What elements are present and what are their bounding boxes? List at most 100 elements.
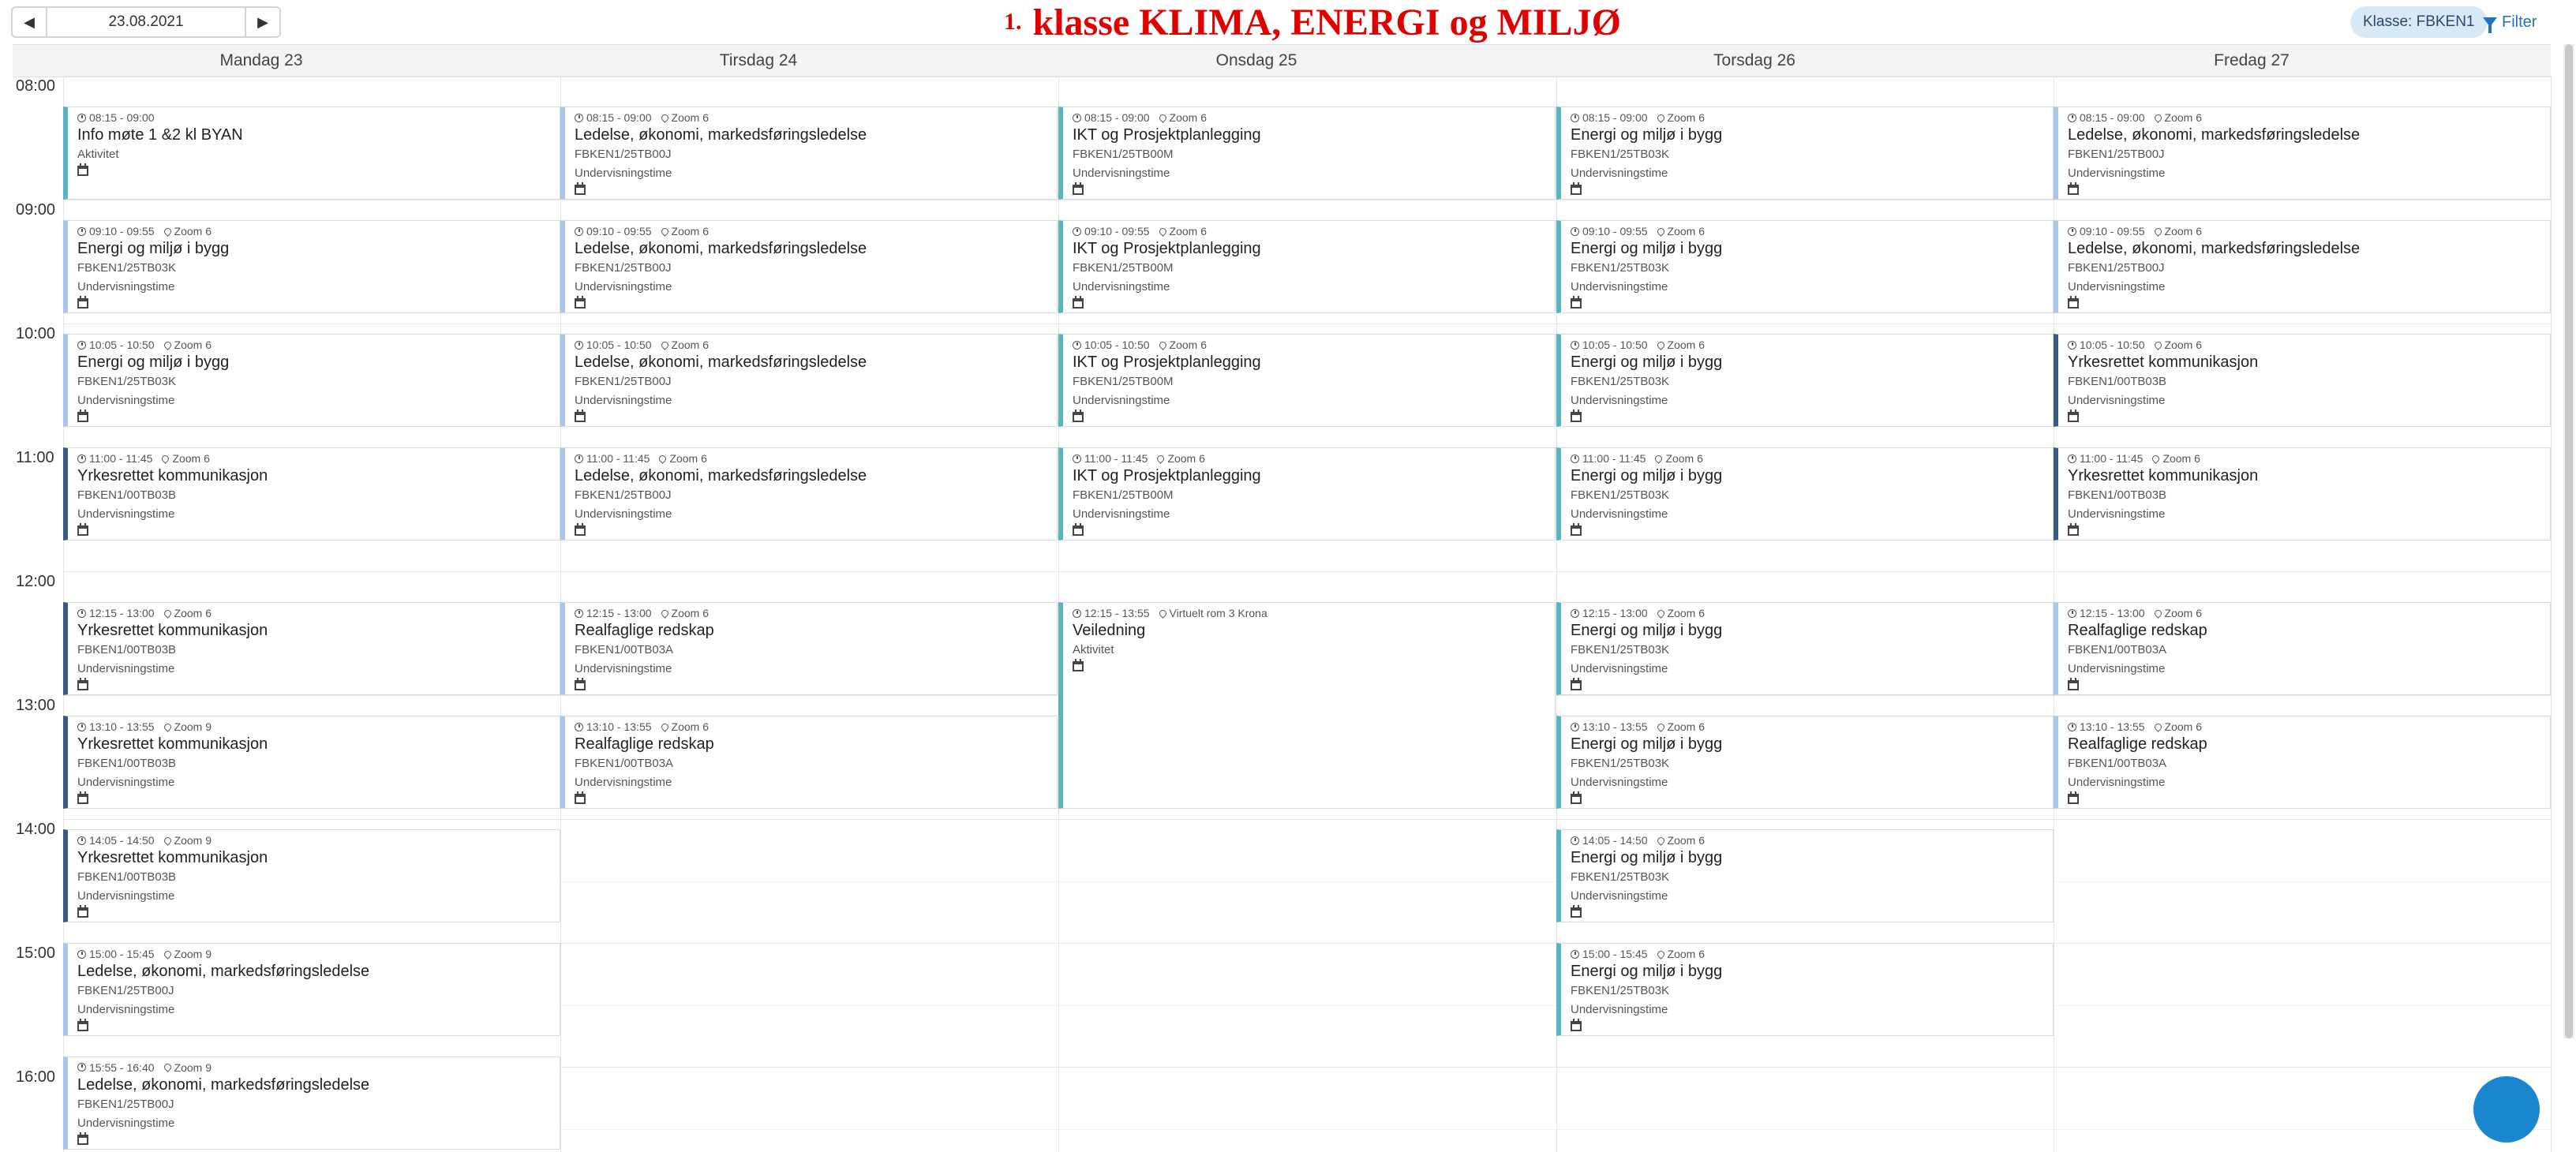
calendar-icon[interactable] [77,163,88,177]
filter-button[interactable]: Filter [2483,6,2537,38]
lesson-event[interactable]: 11:00 - 11:45 Zoom 6 Yrkesrettet kommunika… [2054,447,2551,540]
lesson-event[interactable]: 08:15 - 09:00 Zoom 6 Ledelse, økonomi, mar… [560,107,1058,200]
calendar-icon[interactable] [575,182,586,196]
calendar-icon[interactable] [1571,296,1582,309]
calendar-icon[interactable] [1571,905,1582,918]
lesson-event[interactable]: 15:55 - 16:40 Zoom 9 Ledelse, økonomi, mar… [63,1056,560,1150]
vertical-scrollbar[interactable] [2563,44,2574,1038]
lesson-event[interactable]: 13:10 - 13:55 Zoom 6 Energi og miljø i byg… [1556,716,2054,809]
lesson-event[interactable]: 10:05 - 10:50 Zoom 6 Yrkesrettet kommunika… [2054,334,2551,427]
calendar-icon[interactable] [1571,182,1582,196]
event-room: Zoom 6 [172,452,210,465]
lesson-event[interactable]: 10:05 - 10:50 Zoom 6 Energi og miljø i byg… [1556,334,2054,427]
calendar-icon[interactable] [575,410,586,423]
calendar-icon[interactable] [2068,182,2079,196]
lesson-event[interactable]: 08:15 - 09:00 Info møte 1 &2 kl BYAN Aktiv… [63,107,560,200]
lesson-event[interactable]: 10:05 - 10:50 Zoom 6 IKT og Prosjektplanle… [1058,334,1556,427]
filter-label: Filter [2502,13,2537,31]
clock-icon [77,949,86,959]
calendar-icon[interactable] [1571,523,1582,536]
lesson-event[interactable]: 12:15 - 13:00 Zoom 6 Energi og miljø i byg… [1556,602,2054,695]
calendar-icon[interactable] [575,791,586,805]
calendar-icon[interactable] [1073,659,1084,672]
lesson-event[interactable]: 11:00 - 11:45 Zoom 6 Ledelse, økonomi, mar… [560,447,1058,540]
lesson-event[interactable]: 09:10 - 09:55 Zoom 6 Energi og miljø i byg… [1556,220,2054,313]
lesson-event[interactable]: 12:15 - 13:00 Zoom 6 Realfaglige redskap FB… [560,602,1058,695]
date-input[interactable]: 23.08.2021 [47,8,245,36]
calendar-icon[interactable] [1073,523,1084,536]
scrollbar-thumb[interactable] [2565,44,2573,1038]
calendar-icon[interactable] [575,523,586,536]
previous-week-button[interactable]: ◀ [13,8,47,36]
clock-icon [1571,226,1579,236]
chat-bubble-icon[interactable] [2473,1076,2540,1143]
calendar-icon[interactable] [1571,791,1582,805]
event-meta: 08:15 - 09:00 Zoom 6 [1073,110,1555,125]
lesson-event[interactable]: 13:10 - 13:55 Zoom 9 Yrkesrettet kommunika… [63,716,560,809]
calendar-icon[interactable] [2068,296,2079,309]
event-time: 11:00 - 11:45 [1084,452,1148,465]
lesson-event[interactable]: 11:00 - 11:45 Zoom 6 Yrkesrettet kommunika… [63,447,560,540]
class-filter-chip[interactable]: Klasse: FBKEN1 [2350,6,2488,38]
lesson-event[interactable]: 12:15 - 13:00 Zoom 6 Yrkesrettet kommunika… [63,602,560,695]
lesson-event[interactable]: 12:15 - 13:55 Virtuelt rom 3 Krona Veiledn… [1058,602,1556,809]
event-room: Zoom 6 [671,111,709,125]
hour-label: 14:00 [16,821,56,838]
calendar-icon[interactable] [575,678,586,691]
calendar-icon[interactable] [1571,678,1582,691]
lesson-event[interactable]: 13:10 - 13:55 Zoom 6 Realfaglige redskap FB… [560,716,1058,809]
lesson-event[interactable]: 11:00 - 11:45 Zoom 6 IKT og Prosjektplanle… [1058,447,1556,540]
calendar-icon[interactable] [77,791,88,805]
lesson-event[interactable]: 10:05 - 10:50 Zoom 6 Energi og miljø i byg… [63,334,560,427]
calendar-icon[interactable] [1073,296,1084,309]
event-meta: 12:15 - 13:00 Zoom 6 [77,606,560,620]
lesson-event[interactable]: 10:05 - 10:50 Zoom 6 Ledelse, økonomi, mar… [560,334,1058,427]
calendar-icon[interactable] [1571,1019,1582,1031]
calendar-icon[interactable] [77,1131,88,1145]
lesson-event[interactable]: 09:10 - 09:55 Zoom 6 Energi og miljø i byg… [63,220,560,313]
lesson-event[interactable]: 14:05 - 14:50 Zoom 6 Energi og miljø i byg… [1556,829,2054,922]
calendar-icon[interactable] [2068,678,2079,691]
next-week-button[interactable]: ▶ [245,8,279,36]
lesson-event[interactable]: 08:15 - 09:00 Zoom 6 Ledelse, økonomi, mar… [2054,107,2551,200]
lesson-event[interactable]: 13:10 - 13:55 Zoom 6 Realfaglige redskap FB… [2054,716,2551,809]
calendar-icon[interactable] [77,523,88,536]
location-pin-icon [659,608,670,619]
event-title: Ledelse, økonomi, markedsføringsledelse [77,1075,370,1094]
hour-label: 15:00 [16,944,56,962]
calendar-icon[interactable] [77,1019,88,1031]
event-meta: 09:10 - 09:55 Zoom 6 [1571,224,2053,238]
lesson-event[interactable]: 15:00 - 15:45 Zoom 6 Energi og miljø i byg… [1556,943,2054,1036]
calendar-icon[interactable] [1571,410,1582,423]
lesson-event[interactable]: 14:05 - 14:50 Zoom 9 Yrkesrettet kommunika… [63,829,560,922]
event-title: Yrkesrettet kommunikasjon [77,849,268,867]
calendar-icon[interactable] [1073,182,1084,196]
lesson-event[interactable]: 08:15 - 09:00 Zoom 6 Energi og miljø i byg… [1556,107,2054,200]
date-picker[interactable]: ◀ 23.08.2021 ▶ [11,6,281,38]
event-time: 10:05 - 10:50 [2080,338,2145,352]
lesson-event[interactable]: 09:10 - 09:55 Zoom 6 Ledelse, økonomi, mar… [2054,220,2551,313]
event-type: Undervisningstime [2068,394,2166,408]
lesson-event[interactable]: 12:15 - 13:00 Zoom 6 Realfaglige redskap FB… [2054,602,2551,695]
event-meta: 12:15 - 13:00 Zoom 6 [2068,606,2550,620]
lesson-event[interactable]: 15:00 - 15:45 Zoom 9 Ledelse, økonomi, mar… [63,943,560,1036]
event-code: FBKEN1/25TB00M [1073,375,1174,389]
lesson-event[interactable]: 09:10 - 09:55 Zoom 6 Ledelse, økonomi, mar… [560,220,1058,313]
calendar-icon[interactable] [575,296,586,309]
calendar-icon[interactable] [77,678,88,691]
calendar-icon[interactable] [2068,523,2079,536]
event-meta: 13:10 - 13:55 Zoom 6 [575,720,1057,734]
event-meta: 12:15 - 13:55 Virtuelt rom 3 Krona [1073,606,1555,620]
calendar-icon[interactable] [2068,791,2079,805]
lesson-event[interactable]: 09:10 - 09:55 Zoom 6 IKT og Prosjektplanle… [1058,220,1556,313]
calendar-icon[interactable] [77,296,88,309]
lesson-event[interactable]: 11:00 - 11:45 Zoom 6 Energi og miljø i byg… [1556,447,2054,540]
location-pin-icon [1655,226,1666,237]
calendar-icon[interactable] [77,410,88,423]
calendar-icon[interactable] [2068,410,2079,423]
calendar-icon[interactable] [77,905,88,918]
location-pin-icon [659,112,670,123]
lesson-event[interactable]: 08:15 - 09:00 Zoom 6 IKT og Prosjektplanle… [1058,107,1556,200]
clock-icon [1571,949,1579,959]
calendar-icon[interactable] [1073,410,1084,423]
